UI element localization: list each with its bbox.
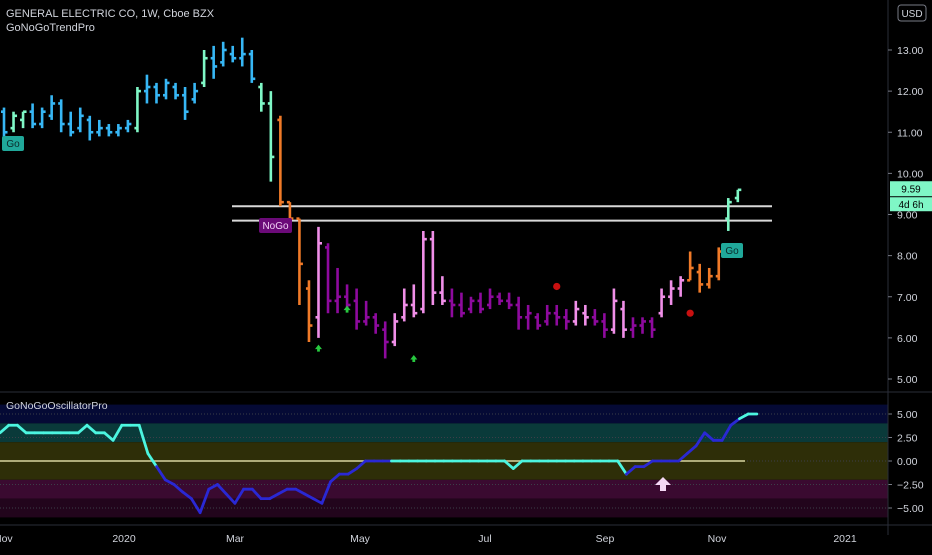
last-price-label: 9.59 xyxy=(901,185,921,196)
time-tick-label: Nov xyxy=(0,533,13,545)
time-tick-label: Nov xyxy=(708,533,727,545)
price-tick-label: 8.00 xyxy=(897,251,918,263)
currency-button[interactable]: USD xyxy=(897,4,927,22)
time-tick-label: Mar xyxy=(226,533,245,545)
osc-band-nogo xyxy=(0,479,888,499)
chart-canvas[interactable]: Go NoGo Go 5.00 2.50 0.00 −2.50 −5.00 5.00 6.00… xyxy=(0,0,932,550)
price-tick-label: 13.00 xyxy=(897,45,923,57)
price-tick-label: 7.00 xyxy=(897,292,918,304)
osc-tick-label: 5.00 xyxy=(897,409,918,421)
indicator-name: GoNoGoTrendPro xyxy=(6,22,95,34)
symbol-title: GENERAL ELECTRIC CO, 1W, Cboe BZX xyxy=(6,8,215,20)
zone-fill xyxy=(232,206,772,221)
price-tick-label: 6.00 xyxy=(897,333,918,345)
oscillator-panel[interactable]: 5.00 2.50 0.00 −2.50 −5.00 xyxy=(0,404,924,518)
osc-tick-label: 2.50 xyxy=(897,433,918,445)
time-tick-label: Jul xyxy=(478,533,491,545)
time-tick-label: 2020 xyxy=(112,533,136,545)
resistance-zone xyxy=(232,205,772,222)
price-tick-label: 9.00 xyxy=(897,210,918,222)
nogo-dot-icon xyxy=(553,282,561,291)
osc-tick-label: −5.00 xyxy=(897,503,924,515)
currency-label: USD xyxy=(901,9,922,20)
price-tick-label: 5.00 xyxy=(897,374,918,386)
nogo-dot-icon xyxy=(686,309,694,317)
osc-tick-label: −2.50 xyxy=(897,480,924,492)
go-label-text: Go xyxy=(6,139,20,150)
osc-tick-label: 0.00 xyxy=(897,456,918,468)
oscillator-title: GoNoGoOscillatorPro xyxy=(6,400,108,412)
chart-stage[interactable]: Go NoGo Go 5.00 2.50 0.00 −2.50 −5.00 5.00 6.00… xyxy=(0,0,932,550)
time-tick-label: 2021 xyxy=(833,533,857,545)
price-tick-label: 12.00 xyxy=(897,86,923,98)
price-tick-label: 11.00 xyxy=(897,127,923,139)
go-label-text: Go xyxy=(725,246,739,257)
countdown-label: 4d 6h xyxy=(898,200,923,211)
nogo-label-text: NoGo xyxy=(262,221,289,232)
time-tick-label: May xyxy=(350,533,371,545)
time-tick-label: Sep xyxy=(596,533,615,545)
price-tick-label: 10.00 xyxy=(897,168,923,180)
